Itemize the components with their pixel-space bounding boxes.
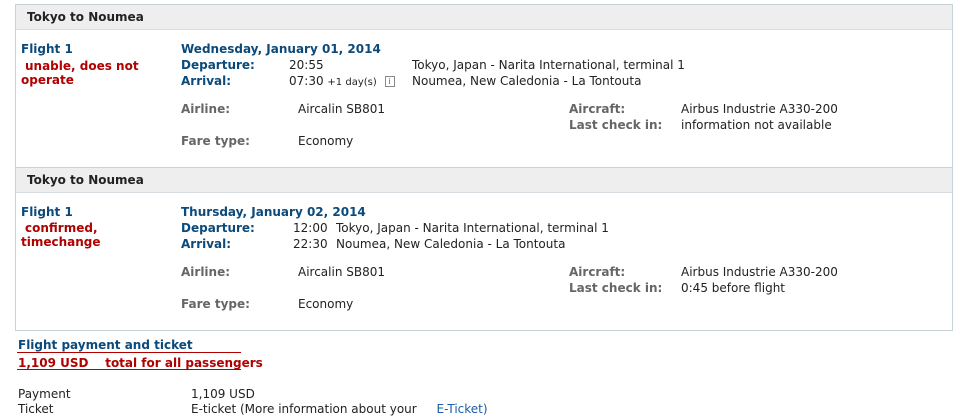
itinerary-box: Tokyo to Noumea Flight 1 unable, does no…	[15, 4, 953, 331]
departure-time: 20:55	[289, 58, 324, 72]
arrival-label: Arrival:	[181, 237, 232, 251]
payment-value: 1,109 USD	[191, 387, 255, 401]
departure-label: Departure:	[181, 221, 255, 235]
airline-value: Aircalin SB801	[298, 265, 386, 279]
eticket-link[interactable]: E-Ticket)	[437, 402, 488, 416]
ticket-label: Ticket	[18, 402, 54, 416]
aircraft-label: Aircraft:	[569, 265, 626, 279]
flight-status-line1: unable, does not	[25, 59, 139, 73]
departure-time: 12:00	[293, 221, 328, 235]
arrival-time-group: 07:30 +1 day(s) i	[289, 74, 395, 88]
arrival-day-offset: +1 day(s)	[327, 77, 377, 88]
flight-segment: Tokyo to Noumea Flight 1 confirmed, time…	[16, 168, 952, 331]
flight-date: Wednesday, January 01, 2014	[181, 42, 381, 56]
flight-status-line2: timechange	[21, 235, 101, 249]
flight-segment: Tokyo to Noumea Flight 1 unable, does no…	[16, 5, 952, 168]
segment-header: Tokyo to Noumea	[16, 168, 952, 193]
info-icon[interactable]: i	[384, 76, 395, 87]
checkin-label: Last check in:	[569, 118, 663, 132]
payment-total: 1,109 USD total for all passengers	[18, 356, 263, 370]
flight-status-line2: operate	[21, 73, 74, 87]
segment-header: Tokyo to Noumea	[16, 5, 952, 30]
arrival-place: Noumea, New Caledonia - La Tontouta	[336, 237, 566, 251]
arrival-label: Arrival:	[181, 74, 232, 88]
airline-value: Aircalin SB801	[298, 102, 386, 116]
departure-place: Tokyo, Japan - Narita International, ter…	[412, 58, 685, 72]
flight-date: Thursday, January 02, 2014	[181, 205, 366, 219]
total-note: total for all passengers	[105, 356, 263, 370]
departure-label: Departure:	[181, 58, 255, 72]
flight-number: Flight 1	[21, 42, 73, 56]
aircraft-label: Aircraft:	[569, 102, 626, 116]
arrival-place: Noumea, New Caledonia - La Tontouta	[412, 74, 642, 88]
airline-label: Airline:	[181, 102, 231, 116]
ticket-value: E-ticket (More information about your E-…	[191, 402, 488, 416]
aircraft-value: Airbus Industrie A330-200	[681, 102, 838, 116]
fare-type-value: Economy	[298, 134, 354, 148]
checkin-value: information not available	[681, 118, 832, 132]
flight-number: Flight 1	[21, 205, 73, 219]
payment-title: Flight payment and ticket	[18, 338, 193, 352]
fare-type-label: Fare type:	[181, 134, 250, 148]
fare-type-value: Economy	[298, 297, 354, 311]
arrival-time: 07:30	[289, 74, 324, 88]
airline-label: Airline:	[181, 265, 231, 279]
flight-status-line1: confirmed,	[25, 221, 98, 235]
fare-type-label: Fare type:	[181, 297, 250, 311]
total-amount: 1,109 USD	[18, 356, 89, 370]
departure-place: Tokyo, Japan - Narita International, ter…	[336, 221, 609, 235]
payment-label: Payment	[18, 387, 71, 401]
arrival-time: 22:30	[293, 237, 328, 251]
aircraft-value: Airbus Industrie A330-200	[681, 265, 838, 279]
checkin-value: 0:45 before flight	[681, 281, 786, 295]
checkin-label: Last check in:	[569, 281, 663, 295]
ticket-text: E-ticket (More information about your	[191, 402, 417, 416]
